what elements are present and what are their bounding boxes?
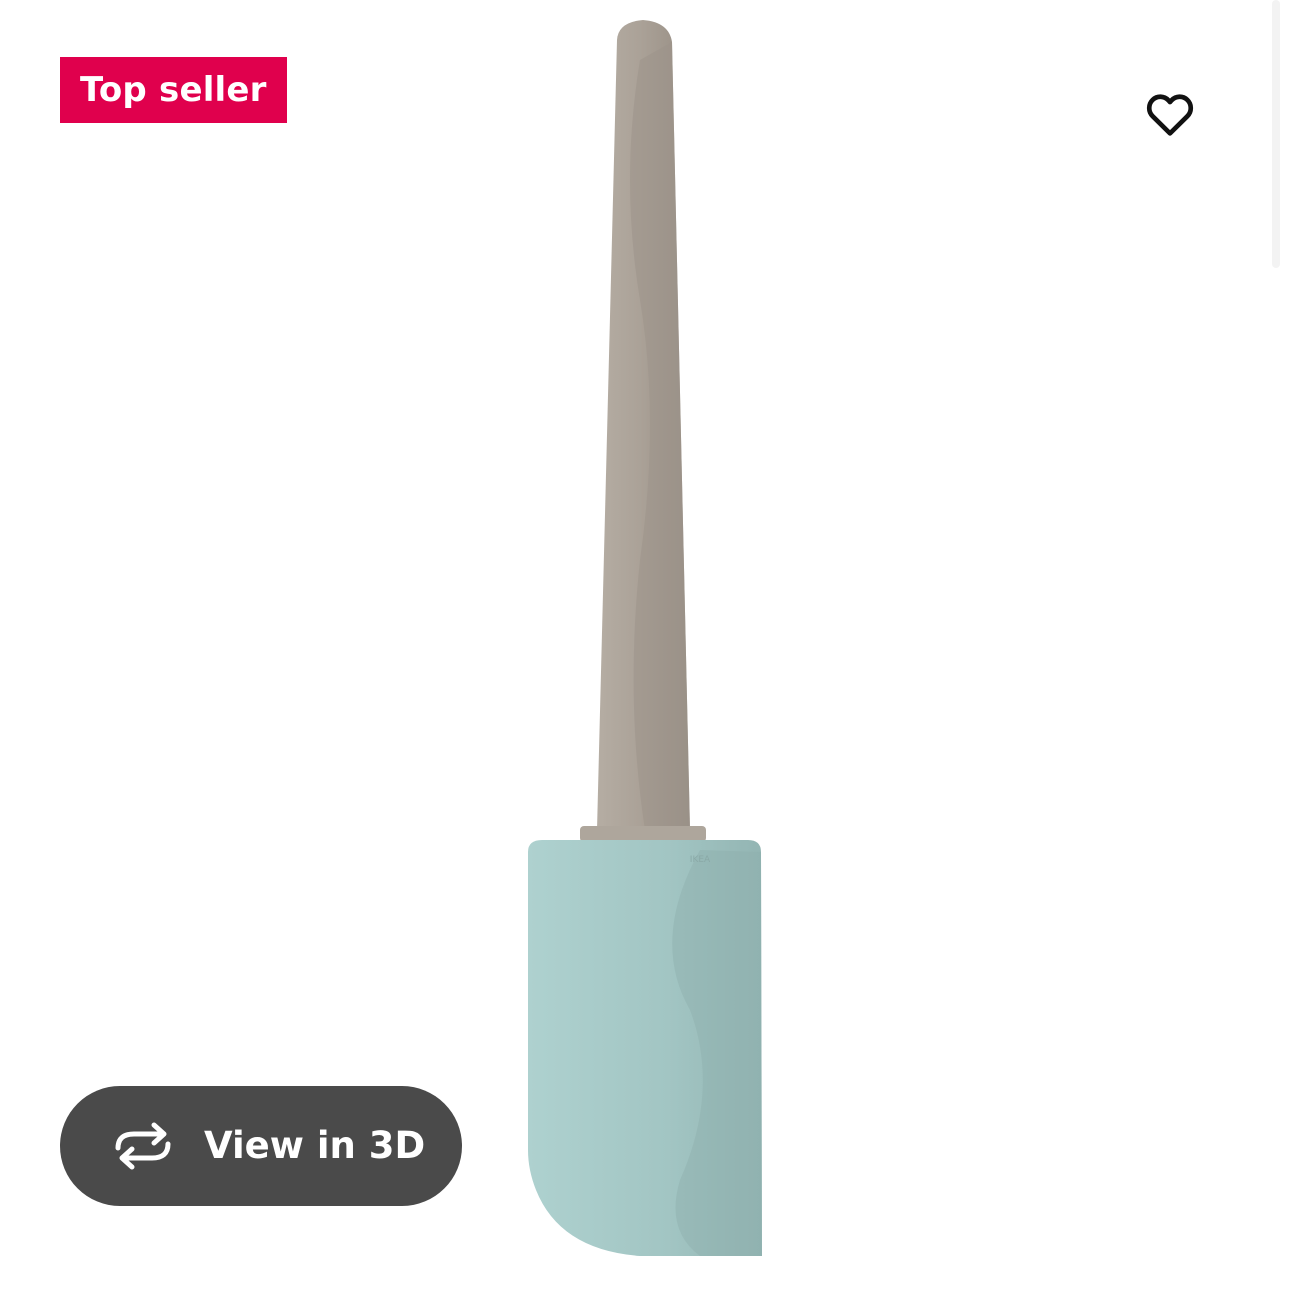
heart-outline-icon	[1146, 94, 1194, 136]
product-image-spatula: IKEA	[528, 20, 762, 1256]
view-in-3d-label: View in 3D	[204, 1124, 426, 1167]
svg-text:IKEA: IKEA	[690, 855, 711, 865]
top-seller-badge: Top seller	[60, 57, 287, 123]
product-image-gallery: IKEA Top seller View in 3D	[0, 0, 1290, 1306]
add-to-favourites-button[interactable]	[1130, 74, 1210, 154]
rotate-3d-icon	[115, 1122, 171, 1170]
gallery-scrollbar[interactable]	[1272, 0, 1280, 268]
view-in-3d-button[interactable]: View in 3D	[60, 1086, 462, 1206]
